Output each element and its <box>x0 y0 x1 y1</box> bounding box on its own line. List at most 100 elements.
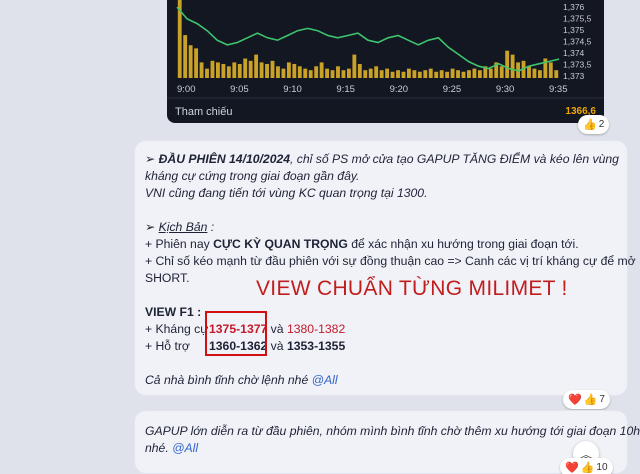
volume-bar <box>461 71 466 78</box>
volume-bar <box>477 70 482 78</box>
volume-bar <box>330 70 335 78</box>
volume-bar <box>450 68 455 78</box>
message-text: + Phiên nay <box>145 237 214 251</box>
volume-bar <box>527 66 531 78</box>
message-line: VNI cũng đang tiến tới vùng KC quan trọn… <box>145 186 428 200</box>
volume-bar <box>499 66 504 78</box>
resistance-zone-2: 1380-1382 <box>286 322 346 336</box>
volume-bar <box>248 60 253 78</box>
volume-bar <box>554 70 559 78</box>
volume-bar <box>532 68 537 78</box>
price-line <box>176 6 560 72</box>
y-tick-label: 1,376 <box>563 2 585 12</box>
message-text: để xác nhận xu hướng trong giai đoạn tới… <box>347 237 579 251</box>
volume-bar <box>363 70 368 78</box>
scenario-label: Kịch Bản <box>158 220 208 234</box>
y-tick-label: 1,373,5 <box>563 60 592 70</box>
chart-image[interactable]: 9:00 9:05 9:10 9:15 9:20 9:25 9:30 9:35 1,376 1,3… <box>167 0 604 123</box>
volume-bar <box>472 68 477 78</box>
volume-bar <box>488 68 493 78</box>
volume-bar <box>194 48 199 78</box>
y-tick-label: 1,375 <box>563 25 585 35</box>
reaction-badge-chart[interactable]: 👍 2 <box>578 115 610 134</box>
volume-bar <box>276 66 280 78</box>
volume-bar <box>379 70 384 78</box>
volume-bar <box>183 35 188 78</box>
volume-bar <box>428 68 433 78</box>
message-text: : <box>207 220 215 234</box>
view-overlay-text: VIEW CHUẨN TỪNG MILIMET ! <box>256 277 568 300</box>
volume-bar <box>396 70 400 78</box>
y-tick-label: 1,373 <box>563 71 585 81</box>
message-text: và <box>267 322 287 336</box>
heart-icon: ❤️ <box>565 462 579 474</box>
reaction-badge-message1[interactable]: ❤️ 👍 7 <box>563 390 610 409</box>
volume-bar <box>243 58 248 78</box>
volume-bar <box>341 70 346 78</box>
volume-bar <box>357 63 362 78</box>
x-tick-label: 9:25 <box>443 84 462 95</box>
session-title: ĐẦU PHIÊN 14/10/2024 <box>158 152 291 166</box>
volume-bar <box>407 68 411 78</box>
message-line: GAPUP lớn diễn ra từ đầu phiên, nhóm mìn… <box>145 424 640 438</box>
reference-label: Tham chiếu <box>175 106 233 118</box>
volume-bar <box>281 68 286 78</box>
volume-bar <box>188 45 193 78</box>
volume-bar <box>385 68 390 78</box>
message-bubble[interactable]: GAPUP lớn diễn ra từ đầu phiên, nhóm mìn… <box>134 410 640 474</box>
volume-bar <box>232 62 237 78</box>
x-tick-label: 9:35 <box>549 84 568 95</box>
volume-bar <box>445 71 450 78</box>
message-text: Cả nhà bình tĩnh chờ lệnh nhé <box>145 373 312 387</box>
volume-bar <box>237 63 242 78</box>
scenario-heading: ➢ Kịch Bản : <box>145 219 615 236</box>
volume-bar <box>537 70 542 78</box>
volume-bar <box>259 62 264 78</box>
volume-bar <box>439 70 444 78</box>
volume-bar <box>434 71 439 78</box>
mention-all[interactable]: @All <box>312 373 338 387</box>
mention-all[interactable]: @All <box>172 441 198 455</box>
reaction-count: 7 <box>599 394 605 405</box>
y-tick-label: 1,374,5 <box>563 37 592 47</box>
x-tick-label: 9:15 <box>336 84 355 95</box>
thumbs-up-icon: 👍 <box>580 462 595 474</box>
volume-bar <box>319 62 324 78</box>
volume-bar <box>221 63 226 78</box>
x-tick-label: 9:20 <box>390 84 409 95</box>
x-tick-label: 9:30 <box>496 84 515 95</box>
volume-bar <box>297 66 302 78</box>
y-tick-label: 1,375,5 <box>563 14 592 24</box>
volume-bar <box>401 71 406 78</box>
x-tick-label: 9:10 <box>283 84 302 95</box>
message-bubble[interactable]: ➢ ĐẦU PHIÊN 14/10/2024, chỉ số PS mở cửa… <box>134 140 636 396</box>
message-line: ➢ ĐẦU PHIÊN 14/10/2024, chỉ số PS mở cửa… <box>145 151 619 168</box>
message-line: Cả nhà bình tĩnh chờ lệnh nhé @All <box>145 372 615 389</box>
arrow-icon: ➢ <box>145 220 159 234</box>
volume-bar <box>412 70 417 78</box>
volume-bar <box>374 66 379 78</box>
volume-bar <box>314 66 319 78</box>
volume-bar <box>210 60 215 78</box>
reaction-badge-message2[interactable]: ❤️ 👍 10 <box>560 458 613 474</box>
volume-bar <box>325 68 329 78</box>
volume-bar <box>467 70 471 78</box>
message-line: nhé. @All <box>145 440 615 457</box>
volume-bar <box>390 71 395 78</box>
volume-bar <box>270 60 275 78</box>
thumbs-up-icon: 👍 <box>583 394 598 406</box>
intraday-chart: 9:00 9:05 9:10 9:15 9:20 9:25 9:30 9:35 1,376 1,3… <box>167 0 604 99</box>
volume-bar <box>303 68 308 78</box>
reaction-count: 10 <box>596 462 608 473</box>
volume-bar <box>456 70 460 78</box>
volume-bar <box>510 54 515 78</box>
volume-bar <box>292 63 297 78</box>
message-text: nhé. <box>145 441 173 455</box>
support-zone-2: 1353-1355 <box>286 339 346 353</box>
volume-bar <box>308 70 313 78</box>
emphasis-text: CỰC KỲ QUAN TRỌNG <box>213 237 348 251</box>
thumbs-up-icon: 👍 <box>583 119 597 131</box>
message-text: , chỉ số PS mở cửa tạo GAPUP TĂNG ĐIỂM v… <box>290 152 619 166</box>
resistance-label: + Kháng cự <box>145 322 209 336</box>
reaction-count: 2 <box>598 119 605 130</box>
